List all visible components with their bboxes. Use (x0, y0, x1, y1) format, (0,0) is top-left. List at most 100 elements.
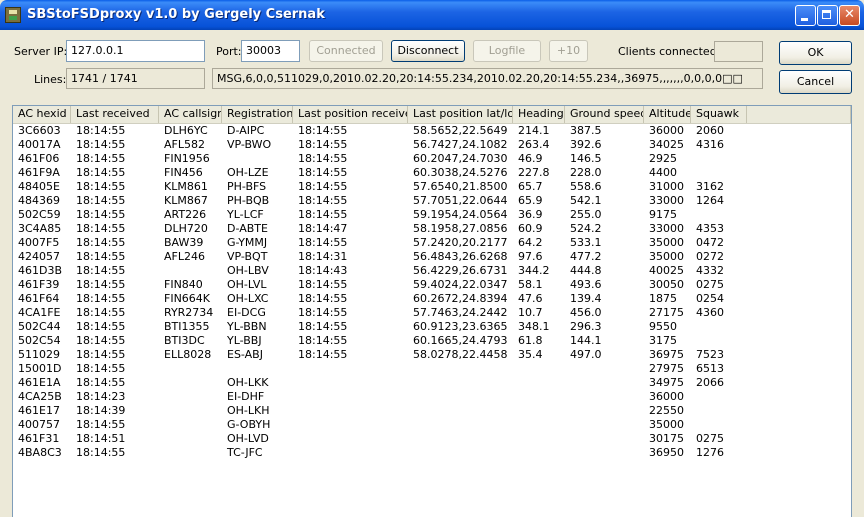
clients-connected-label: Clients connected: (618, 45, 721, 58)
cell-last-position-received: 18:14:55 (298, 138, 348, 151)
table-row[interactable]: 461F9A 18:14:55 FIN456 OH-LZE 18:14:55 60.303… (13, 166, 851, 180)
close-button[interactable]: ✕ (839, 5, 860, 26)
column-altitude[interactable]: Altitude (644, 106, 691, 123)
cell-lat-lon: 57.7051,22.0644 (413, 194, 508, 207)
table-row[interactable]: 461F64 18:14:55 FIN664K OH-LXC 18:14:55 60.26… (13, 292, 851, 306)
cell-ground-speed (565, 376, 644, 390)
table-row[interactable]: 461F06 18:14:55 FIN1956 18:14:55 60.2047,24.… (13, 152, 851, 166)
table-row[interactable]: 424057 18:14:55 AFL246 VP-BQT 18:14:31 56.484… (13, 250, 851, 264)
cell-heading: 61.8 (518, 334, 543, 347)
cell-ground-speed: 444.8 (570, 264, 602, 277)
column-ground-speed[interactable]: Ground speed (565, 106, 644, 123)
plus-10-button[interactable]: +10 (549, 40, 588, 62)
server-ip-input[interactable]: 127.0.0.1 (66, 40, 205, 62)
column-registration[interactable]: Registration (222, 106, 293, 123)
column-ac-hexid[interactable]: AC hexid (13, 106, 71, 123)
cell-ac-callsign (159, 376, 222, 390)
table-row[interactable]: 3C6603 18:14:55 DLH6YC D-AIPC 18:14:55 58.565… (13, 124, 851, 138)
table-row[interactable]: 502C54 18:14:55 BTI3DC YL-BBJ 18:14:55 60.166… (13, 334, 851, 348)
table-row[interactable]: 511029 18:14:55 ELL8028 ES-ABJ 18:14:55 58.02… (13, 348, 851, 362)
table-row[interactable]: 400757 18:14:55 G-OBYH 35000 (13, 418, 851, 432)
cell-last-received: 18:14:55 (76, 320, 126, 333)
cell-ground-speed: 387.5 (570, 124, 602, 137)
logfile-button[interactable]: Logfile (473, 40, 541, 62)
cell-lat-lon: 56.4843,26.6268 (413, 250, 508, 263)
cell-squawk: 0272 (696, 250, 724, 263)
cell-ac-hexid: 461D3B (18, 264, 63, 277)
cell-squawk (691, 166, 747, 180)
table-row[interactable]: 461F31 18:14:51 OH-LVD 30175 0275 (13, 432, 851, 446)
maximize-button[interactable] (817, 5, 838, 26)
table-row[interactable]: 4CA1FE 18:14:55 RYR2734 EI-DCG 18:14:55 57.74… (13, 306, 851, 320)
table-row[interactable]: 461D3B 18:14:55 OH-LBV 18:14:43 56.4229,26.6… (13, 264, 851, 278)
cell-last-received: 18:14:55 (76, 334, 126, 347)
table-row[interactable]: 48405E 18:14:55 KLM861 PH-BFS 18:14:55 57.654… (13, 180, 851, 194)
cell-squawk: 2066 (696, 376, 724, 389)
cell-lat-lon: 58.5652,22.5649 (413, 124, 508, 137)
table-row[interactable]: 502C44 18:14:55 BTI1355 YL-BBN 18:14:55 60.91… (13, 320, 851, 334)
table-row[interactable]: 4007F5 18:14:55 BAW39 G-YMMJ 18:14:55 57.2420… (13, 236, 851, 250)
cell-heading: 348.1 (518, 320, 550, 333)
cell-last-position-received: 18:14:43 (298, 264, 348, 277)
port-input[interactable]: 30003 (241, 40, 300, 62)
cell-squawk: 4332 (696, 264, 724, 277)
cell-ground-speed: 392.6 (570, 138, 602, 151)
cell-ac-hexid: 502C44 (18, 320, 61, 333)
cell-ac-callsign (159, 264, 222, 278)
cell-ac-hexid: 4BA8C3 (18, 446, 62, 459)
disconnect-button[interactable]: Disconnect (391, 40, 465, 62)
cancel-button[interactable]: Cancel (779, 70, 852, 94)
cell-last-received: 18:14:55 (76, 236, 126, 249)
cell-lat-lon: 57.6540,21.8500 (413, 180, 508, 193)
table-row[interactable]: 4CA25B 18:14:23 EI-DHF 36000 (13, 390, 851, 404)
table-row[interactable]: 15001D 18:14:55 27975 6513 (13, 362, 851, 376)
cell-heading: 10.7 (518, 306, 543, 319)
cell-altitude: 34025 (649, 138, 684, 151)
app-icon[interactable] (5, 7, 21, 23)
table-row[interactable]: 502C59 18:14:55 ART226 YL-LCF 18:14:55 59.195… (13, 208, 851, 222)
cell-lat-lon (408, 446, 513, 460)
cell-registration: D-AIPC (227, 124, 265, 137)
cell-last-position-received (293, 432, 408, 446)
column-last-position-lat-lon[interactable]: Last position lat/lon (408, 106, 513, 123)
cell-ground-speed: 524.2 (570, 222, 602, 235)
ok-button[interactable]: OK (779, 41, 852, 65)
table-row[interactable]: 461E1A 18:14:55 OH-LKK 34975 2066 (13, 376, 851, 390)
column-ac-callsign[interactable]: AC callsign (159, 106, 222, 123)
table-row[interactable]: 484369 18:14:55 KLM867 PH-BQB 18:14:55 57.705… (13, 194, 851, 208)
cell-ac-callsign (159, 390, 222, 404)
cell-ac-callsign (159, 362, 222, 376)
cell-lat-lon (408, 418, 513, 432)
minimize-button[interactable] (795, 5, 816, 26)
table-row[interactable]: 461F39 18:14:55 FIN840 OH-LVL 18:14:55 59.402… (13, 278, 851, 292)
column-squawk[interactable]: Squawk (691, 106, 747, 123)
column-last-received[interactable]: Last received (71, 106, 159, 123)
column-heading[interactable]: Heading (513, 106, 565, 123)
title-bar[interactable]: SBStoFSDproxy v1.0 by Gergely Csernak ✕ (0, 0, 864, 30)
cell-last-received: 18:14:55 (76, 222, 126, 235)
cell-ac-callsign: BAW39 (164, 236, 204, 249)
table-row[interactable]: 40017A 18:14:55 AFL582 VP-BWO 18:14:55 56.742… (13, 138, 851, 152)
cell-registration: OH-LVL (227, 278, 267, 291)
aircraft-list[interactable]: AC hexid Last received AC callsign Regis… (12, 105, 852, 517)
cell-registration: OH-LKH (227, 404, 270, 417)
table-row[interactable]: 461E17 18:14:39 OH-LKH 22550 (13, 404, 851, 418)
cell-ground-speed (565, 362, 644, 376)
cell-altitude: 40025 (649, 264, 684, 277)
table-row[interactable]: 3C4A85 18:14:55 DLH720 D-ABTE 18:14:47 58.195… (13, 222, 851, 236)
cell-heading: 60.9 (518, 222, 543, 235)
cell-ground-speed: 542.1 (570, 194, 602, 207)
column-filler (747, 106, 851, 123)
cell-altitude: 33000 (649, 194, 684, 207)
column-last-position-received[interactable]: Last position received (293, 106, 408, 123)
cell-heading (513, 376, 565, 390)
cell-altitude: 1875 (649, 292, 677, 305)
cell-ac-hexid: 4CA1FE (18, 306, 61, 319)
cell-last-received: 18:14:55 (76, 166, 126, 179)
table-row[interactable]: 4BA8C3 18:14:55 TC-JFC 36950 1276 (13, 446, 851, 460)
cell-heading: 65.9 (518, 194, 543, 207)
cell-ac-hexid: 40017A (18, 138, 61, 151)
cell-ground-speed: 144.1 (570, 334, 602, 347)
cell-last-position-received: 18:14:55 (298, 334, 348, 347)
connected-button[interactable]: Connected (309, 40, 383, 62)
